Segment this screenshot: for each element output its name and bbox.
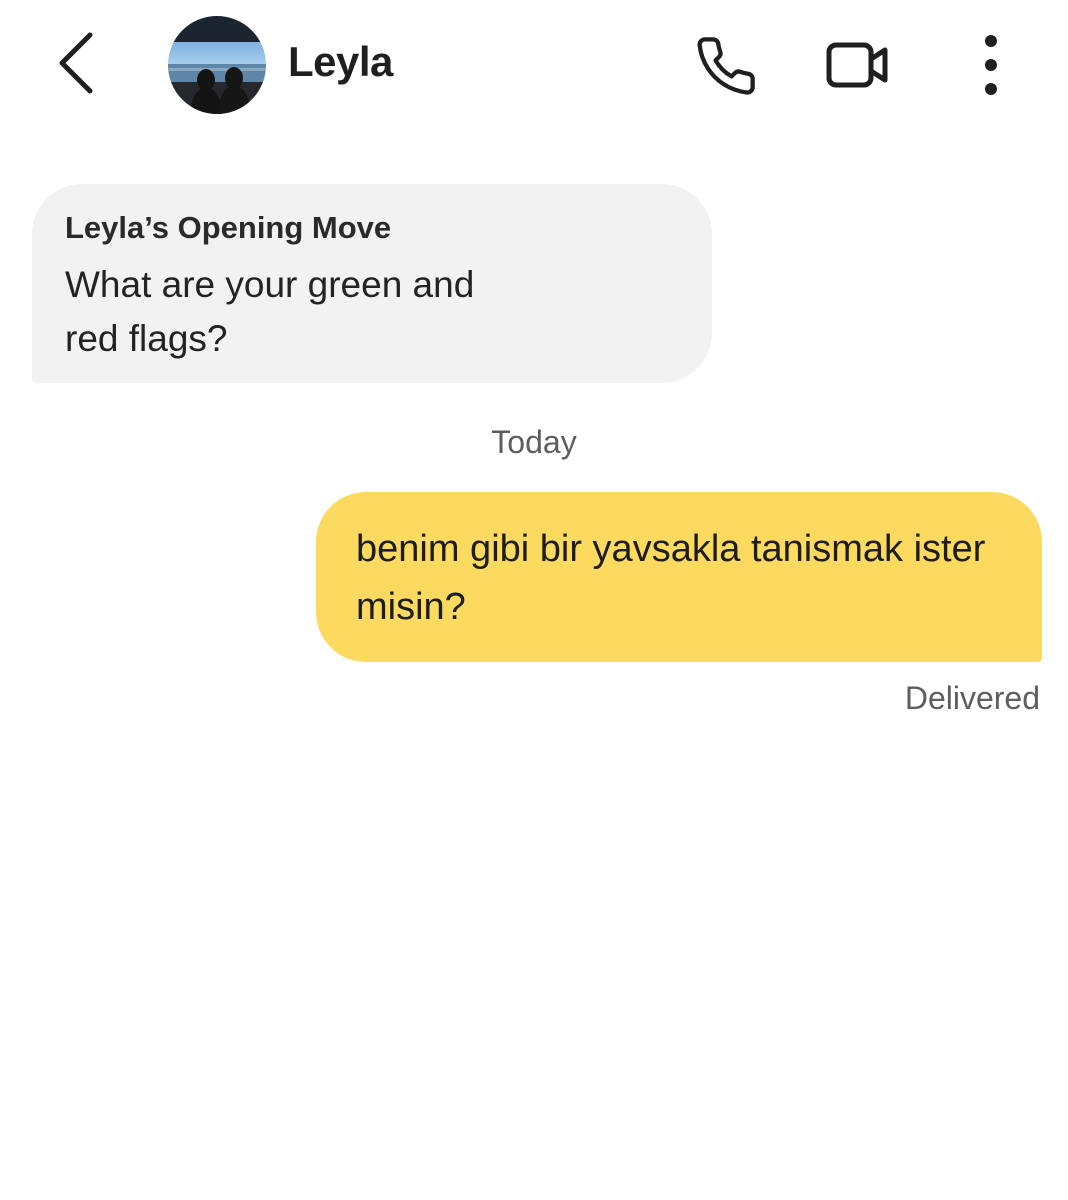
profile-photo [168, 16, 266, 114]
more-options-button[interactable] [962, 26, 1020, 104]
outgoing-message-text: benim gibi bir yavsakla tanismak ister m… [356, 528, 986, 628]
chat-header: Leyla [0, 0, 1068, 130]
back-button[interactable] [44, 28, 108, 98]
chat-screen: Leyla Leyla’s Opening Move What are your… [0, 0, 1068, 1200]
avatar[interactable] [168, 16, 266, 114]
phone-icon [697, 37, 755, 95]
chevron-left-icon [59, 32, 93, 94]
incoming-message-text: What are your green and red flags? [65, 264, 475, 359]
incoming-message-bubble[interactable]: Leyla’s Opening Move What are your green… [32, 184, 712, 383]
delivery-status: Delivered [904, 680, 1040, 716]
more-vertical-icon [985, 35, 997, 95]
voice-call-button[interactable] [688, 28, 764, 104]
opening-move-title: Leyla’s Opening Move [65, 210, 392, 245]
video-call-button[interactable] [820, 30, 896, 100]
contact-name[interactable]: Leyla [288, 38, 393, 86]
day-separator: Today [491, 424, 577, 460]
video-camera-icon [826, 42, 888, 88]
outgoing-message-bubble[interactable]: benim gibi bir yavsakla tanismak ister m… [316, 492, 1042, 662]
